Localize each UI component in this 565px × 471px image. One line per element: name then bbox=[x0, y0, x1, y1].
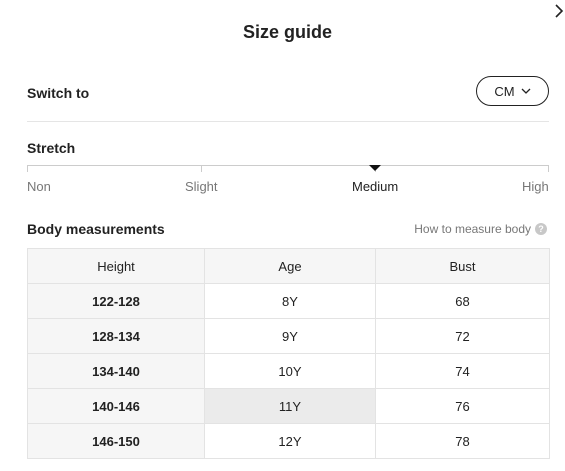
stretch-level-high: High bbox=[522, 179, 549, 194]
table-row: 122-128 8Y 68 bbox=[27, 283, 550, 319]
table-row: 140-146 11Y 76 bbox=[27, 388, 550, 424]
section-divider bbox=[27, 121, 549, 122]
size-table: Height Age Bust 122-128 8Y 68 128-134 9Y… bbox=[27, 248, 550, 459]
unit-dropdown[interactable]: CM bbox=[476, 76, 549, 106]
cell-age: 12Y bbox=[204, 423, 376, 459]
stretch-label: Stretch bbox=[27, 140, 76, 156]
table-row: 134-140 10Y 74 bbox=[27, 353, 550, 389]
stretch-level-slight: Slight bbox=[185, 179, 218, 194]
stretch-tick bbox=[548, 165, 549, 172]
cell-age: 8Y bbox=[204, 283, 376, 319]
cell-bust: 68 bbox=[375, 283, 550, 319]
column-header-age: Age bbox=[204, 248, 376, 284]
how-to-measure-link[interactable]: How to measure body ? bbox=[414, 222, 547, 236]
stretch-pointer-icon bbox=[369, 165, 381, 171]
cell-bust: 74 bbox=[375, 353, 550, 389]
cell-age: 9Y bbox=[204, 318, 376, 354]
help-question-icon: ? bbox=[535, 223, 547, 235]
cell-bust: 76 bbox=[375, 388, 550, 424]
unit-switch-row: Switch to CM bbox=[27, 76, 549, 108]
table-header-row: Height Age Bust bbox=[27, 248, 550, 284]
cell-bust: 72 bbox=[375, 318, 550, 354]
stretch-scale-line bbox=[27, 165, 549, 166]
stretch-level-medium: Medium bbox=[352, 179, 399, 194]
column-header-bust: Bust bbox=[375, 248, 550, 284]
cell-height: 140-146 bbox=[27, 388, 205, 424]
stretch-tick bbox=[27, 165, 28, 172]
column-header-height: Height bbox=[27, 248, 205, 284]
dialog-title: Size guide bbox=[242, 22, 332, 42]
switch-to-label: Switch to bbox=[27, 85, 90, 101]
cell-height: 134-140 bbox=[27, 353, 205, 389]
table-row: 128-134 9Y 72 bbox=[27, 318, 550, 354]
body-measurements-label: Body measurements bbox=[27, 221, 165, 237]
stretch-tick bbox=[201, 165, 202, 172]
how-to-measure-text: How to measure body bbox=[414, 222, 531, 236]
close-chevron-icon[interactable] bbox=[553, 3, 565, 19]
cell-age: 10Y bbox=[204, 353, 376, 389]
stretch-level-non: Non bbox=[27, 179, 51, 194]
cell-height: 128-134 bbox=[27, 318, 205, 354]
chevron-down-icon bbox=[521, 88, 531, 94]
cell-age-highlighted: 11Y bbox=[204, 388, 376, 424]
cell-bust: 78 bbox=[375, 423, 550, 459]
cell-height: 146-150 bbox=[27, 423, 205, 459]
table-row: 146-150 12Y 78 bbox=[27, 423, 550, 459]
unit-value: CM bbox=[494, 83, 515, 99]
cell-height: 122-128 bbox=[27, 283, 205, 319]
